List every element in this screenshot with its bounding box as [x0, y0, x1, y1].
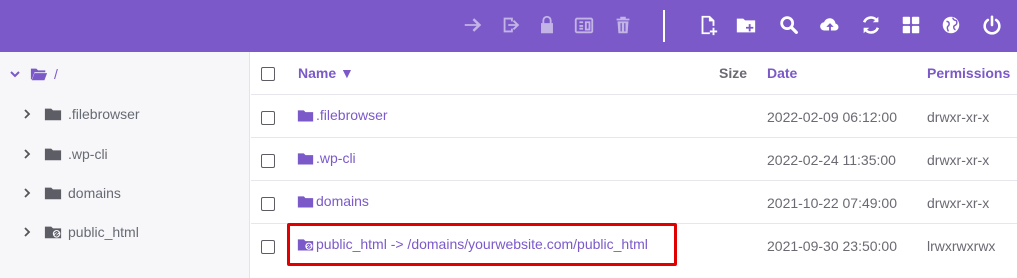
table-row[interactable]: public_html -> /domains/yourwebsite.com/… — [251, 224, 1017, 267]
tree-item-filebrowser[interactable]: .filebrowser — [20, 102, 140, 126]
new-file-icon — [701, 15, 718, 36]
column-name[interactable]: Name ▼ — [298, 65, 354, 81]
search-icon — [780, 16, 798, 34]
power-icon — [983, 15, 1001, 35]
table-row[interactable]: domains 2021-10-22 07:49:00 drwxr-xr-x — [251, 181, 1017, 224]
file-list: Name ▼ Size Date Permissions .filebrowse… — [251, 52, 1017, 278]
archive-icon — [574, 17, 594, 34]
file-name[interactable]: .filebrowser — [316, 107, 388, 123]
file-permissions: drwxr-xr-x — [927, 195, 990, 211]
search-button[interactable] — [774, 10, 804, 40]
file-permissions: drwxr-xr-x — [927, 109, 990, 125]
tree-root[interactable]: / — [8, 62, 58, 86]
chevron-down-icon[interactable] — [8, 67, 22, 81]
arrow-right-icon — [464, 18, 482, 32]
file-name-cell[interactable]: .filebrowser — [297, 107, 388, 123]
folder-icon — [297, 152, 314, 164]
folder-open-icon — [30, 65, 50, 83]
trash-icon — [616, 16, 630, 34]
tree-item-label: .wp-cli — [68, 146, 108, 162]
refresh-button[interactable] — [856, 10, 886, 40]
column-date[interactable]: Date — [767, 65, 797, 81]
tree-root-label: / — [54, 66, 58, 82]
file-name-cell[interactable]: .wp-cli — [297, 150, 356, 166]
select-all-checkbox[interactable] — [261, 67, 275, 81]
tree-item-label: .filebrowser — [68, 106, 140, 122]
file-name[interactable]: .wp-cli — [316, 150, 356, 166]
exit-icon — [503, 17, 520, 33]
tree-item-public-html[interactable]: public_html — [20, 220, 139, 244]
row-checkbox[interactable] — [261, 154, 275, 168]
new-file-button[interactable] — [693, 10, 723, 40]
file-name[interactable]: domains — [316, 193, 369, 209]
logout-button[interactable] — [977, 10, 1007, 40]
upload-icon — [820, 18, 839, 32]
row-checkbox[interactable] — [261, 240, 275, 254]
folder-icon — [44, 145, 64, 163]
column-permissions[interactable]: Permissions — [927, 65, 1010, 81]
column-size[interactable]: Size — [719, 65, 747, 81]
file-date: 2022-02-09 06:12:00 — [767, 109, 897, 125]
globe-icon — [942, 16, 960, 34]
compress-button[interactable] — [569, 10, 599, 40]
refresh-icon — [862, 16, 880, 34]
folder-icon — [44, 105, 64, 123]
file-date: 2021-10-22 07:49:00 — [767, 195, 897, 211]
file-name[interactable]: public_html -> /domains/yourwebsite.com/… — [316, 236, 648, 252]
tree-item-label: public_html — [68, 224, 139, 240]
rename-button[interactable] — [496, 10, 526, 40]
tree-item-wp-cli[interactable]: .wp-cli — [20, 142, 108, 166]
new-folder-button[interactable] — [731, 10, 761, 40]
file-name-cell[interactable]: domains — [297, 193, 369, 209]
row-checkbox[interactable] — [261, 111, 275, 125]
folder-link-icon — [297, 238, 314, 250]
permissions-button[interactable] — [532, 10, 562, 40]
table-header: Name ▼ Size Date Permissions — [251, 52, 1017, 95]
folder-icon — [297, 109, 314, 121]
grid-view-button[interactable] — [896, 10, 926, 40]
folder-tree-sidebar: / .filebrowser .wp-cli domains public_ht… — [0, 52, 250, 278]
file-date: 2022-02-24 11:35:00 — [767, 152, 896, 168]
tree-item-label: domains — [68, 185, 121, 201]
lock-icon — [541, 15, 553, 34]
folder-icon — [297, 195, 314, 207]
folder-icon — [44, 184, 64, 202]
delete-button[interactable] — [608, 10, 638, 40]
toolbar — [0, 0, 1017, 52]
file-permissions: drwxr-xr-x — [927, 152, 990, 168]
chevron-right-icon[interactable] — [20, 107, 34, 121]
folder-link-icon — [44, 223, 64, 241]
move-button[interactable] — [458, 10, 488, 40]
file-date: 2021-09-30 23:50:00 — [767, 238, 897, 254]
upload-button[interactable] — [815, 10, 845, 40]
chevron-right-icon[interactable] — [20, 225, 34, 239]
new-folder-icon — [736, 18, 756, 33]
table-row[interactable]: .filebrowser 2022-02-09 06:12:00 drwxr-x… — [251, 95, 1017, 138]
file-name-cell[interactable]: public_html -> /domains/yourwebsite.com/… — [297, 236, 648, 252]
chevron-right-icon[interactable] — [20, 147, 34, 161]
file-permissions: lrwxrwxrwx — [927, 238, 996, 254]
globe-button[interactable] — [936, 10, 966, 40]
chevron-right-icon[interactable] — [20, 186, 34, 200]
table-row[interactable]: .wp-cli 2022-02-24 11:35:00 drwxr-xr-x — [251, 138, 1017, 181]
row-checkbox[interactable] — [261, 197, 275, 211]
toolbar-separator — [663, 10, 665, 42]
grid-view-icon — [902, 16, 920, 34]
tree-item-domains[interactable]: domains — [20, 181, 121, 205]
